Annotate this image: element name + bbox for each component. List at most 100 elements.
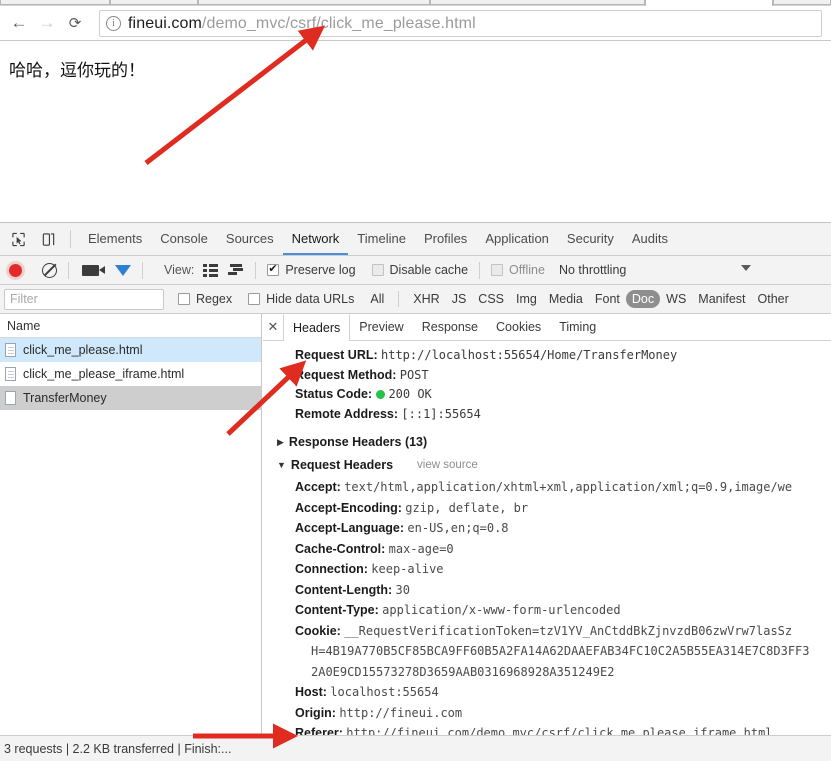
- tab-preview[interactable]: Preview: [350, 314, 412, 340]
- network-filter-bar: Regex Hide data URLs All XHR JS CSS Img …: [0, 285, 831, 314]
- url-host: fineui.com: [128, 14, 202, 32]
- close-icon[interactable]: ✕: [263, 319, 283, 335]
- general-request-method: Request Method: POST: [263, 366, 831, 386]
- requests-pane: Name click_me_please.html click_me_pleas…: [0, 314, 262, 735]
- status-summary-text: 3 requests | 2.2 KB transferred | Finish…: [4, 741, 232, 756]
- browser-tab[interactable]: [198, 0, 430, 5]
- back-button[interactable]: ←: [8, 12, 30, 34]
- tab-timeline[interactable]: Timeline: [348, 223, 415, 255]
- hide-data-urls-label: Hide data URLs: [266, 292, 355, 306]
- tab-timing[interactable]: Timing: [550, 314, 605, 340]
- disable-cache-checkbox[interactable]: [371, 264, 384, 276]
- filter-type-img[interactable]: Img: [510, 290, 543, 308]
- header-accept-encoding: Accept-Encoding: gzip, deflate, br: [263, 498, 831, 519]
- filter-type-doc[interactable]: Doc: [625, 290, 661, 308]
- header-referer: Referer: http://fineui.com/demo_mvc/csrf…: [263, 723, 831, 735]
- throttling-select-label[interactable]: No throttling: [559, 263, 626, 277]
- view-source-link[interactable]: view source: [417, 454, 478, 477]
- info-circle-icon[interactable]: i: [106, 16, 121, 31]
- tab-sources[interactable]: Sources: [217, 223, 283, 255]
- tab-audits[interactable]: Audits: [623, 223, 677, 255]
- table-row[interactable]: click_me_please_iframe.html: [0, 362, 261, 386]
- header-key: Cache-Control:: [295, 541, 386, 556]
- network-status-bar: 3 requests | 2.2 KB transferred | Finish…: [0, 735, 831, 761]
- requests-column-header[interactable]: Name: [0, 314, 261, 338]
- document-icon: [5, 343, 16, 357]
- filter-type-css[interactable]: CSS: [472, 290, 510, 308]
- browser-tab[interactable]: [110, 0, 198, 5]
- tab-security[interactable]: Security: [558, 223, 623, 255]
- reload-button[interactable]: ⟳: [64, 12, 86, 34]
- list-view-icon[interactable]: [203, 264, 219, 277]
- tab-console[interactable]: Console: [151, 223, 217, 255]
- header-key: Referer:: [295, 726, 343, 735]
- table-row[interactable]: TransferMoney: [0, 386, 261, 410]
- header-value: http://fineui.com: [339, 705, 463, 720]
- request-name: TransferMoney: [23, 391, 107, 405]
- section-label: Request Headers: [290, 458, 394, 472]
- tab-headers[interactable]: Headers: [283, 314, 351, 341]
- divider: [255, 261, 257, 279]
- funnel-filter-icon[interactable]: [115, 264, 131, 292]
- header-accept: Accept: text/html,application/xhtml+xml,…: [263, 477, 831, 498]
- regex-control[interactable]: Regex: [178, 292, 232, 306]
- forward-button[interactable]: →: [36, 12, 58, 34]
- section-label: Response Headers (13): [288, 435, 428, 449]
- browser-toolbar: ← → ⟳ i fineui.com/demo_mvc/csrf/click_m…: [0, 6, 831, 40]
- header-key: Origin:: [295, 705, 336, 720]
- header-value: localhost:55654: [330, 685, 439, 699]
- regex-checkbox[interactable]: [178, 293, 190, 305]
- preserve-log-control[interactable]: Preserve log: [267, 262, 356, 277]
- inspect-element-icon[interactable]: [6, 227, 30, 251]
- filter-type-media[interactable]: Media: [543, 290, 589, 308]
- offline-control[interactable]: Offline: [491, 263, 545, 277]
- filter-type-font[interactable]: Font: [589, 290, 626, 308]
- divider: [142, 261, 143, 279]
- request-headers-section[interactable]: ▼ Request Headers view source: [263, 454, 831, 477]
- disable-cache-control[interactable]: Disable cache: [371, 263, 469, 277]
- waterfall-view-icon[interactable]: [228, 264, 244, 276]
- table-row[interactable]: click_me_please.html: [0, 338, 261, 362]
- page-body-text: 哈哈，逗你玩的！: [9, 61, 145, 81]
- filter-type-all[interactable]: All: [364, 290, 390, 308]
- filter-type-manifest[interactable]: Manifest: [692, 290, 751, 308]
- tab-response[interactable]: Response: [413, 314, 487, 340]
- document-icon: [5, 367, 16, 381]
- document-icon: [5, 391, 16, 405]
- filter-type-js[interactable]: JS: [446, 290, 473, 308]
- general-key: Status Code:: [295, 387, 373, 401]
- tab-profiles[interactable]: Profiles: [415, 223, 476, 255]
- tab-cookies[interactable]: Cookies: [487, 314, 550, 340]
- status-ok-dot-icon: [376, 390, 386, 399]
- disable-cache-label: Disable cache: [389, 263, 469, 277]
- header-cookie-continuation: 2A0E9CD15573278D3659AAB0316968928A351249…: [311, 664, 615, 679]
- hide-data-urls-control[interactable]: Hide data URLs: [248, 292, 354, 306]
- address-bar[interactable]: i fineui.com/demo_mvc/csrf/click_me_plea…: [99, 10, 822, 37]
- filter-type-xhr[interactable]: XHR: [407, 290, 445, 308]
- hide-data-urls-checkbox[interactable]: [248, 293, 261, 305]
- tab-network[interactable]: Network: [282, 223, 349, 255]
- filter-type-other[interactable]: Other: [752, 290, 795, 308]
- camera-icon[interactable]: [82, 264, 105, 276]
- clear-circle-slash-icon[interactable]: [42, 262, 57, 278]
- browser-tab[interactable]: [773, 0, 831, 5]
- device-toolbar-icon[interactable]: [36, 227, 60, 251]
- devtools-panel: Elements Console Sources Network Timelin…: [0, 222, 831, 761]
- record-button-icon[interactable]: [9, 263, 22, 277]
- general-value: 200 OK: [388, 387, 432, 401]
- filter-input[interactable]: [4, 288, 164, 310]
- browser-tab[interactable]: [0, 0, 110, 5]
- preserve-log-checkbox[interactable]: [267, 262, 280, 276]
- filter-type-ws[interactable]: WS: [660, 290, 692, 308]
- response-headers-section[interactable]: ▶ Response Headers (13): [263, 431, 831, 454]
- header-value: text/html,application/xhtml+xml,applicat…: [344, 480, 793, 494]
- header-key: Connection:: [295, 562, 368, 576]
- header-value: gzip, deflate, br: [405, 500, 529, 515]
- header-key: Cookie:: [295, 623, 341, 638]
- chevron-down-icon[interactable]: [741, 265, 751, 271]
- tab-application[interactable]: Application: [476, 223, 558, 255]
- offline-checkbox[interactable]: [491, 264, 504, 276]
- tab-elements[interactable]: Elements: [79, 223, 151, 255]
- browser-tab[interactable]: [430, 0, 645, 5]
- header-key: Content-Length:: [295, 582, 393, 597]
